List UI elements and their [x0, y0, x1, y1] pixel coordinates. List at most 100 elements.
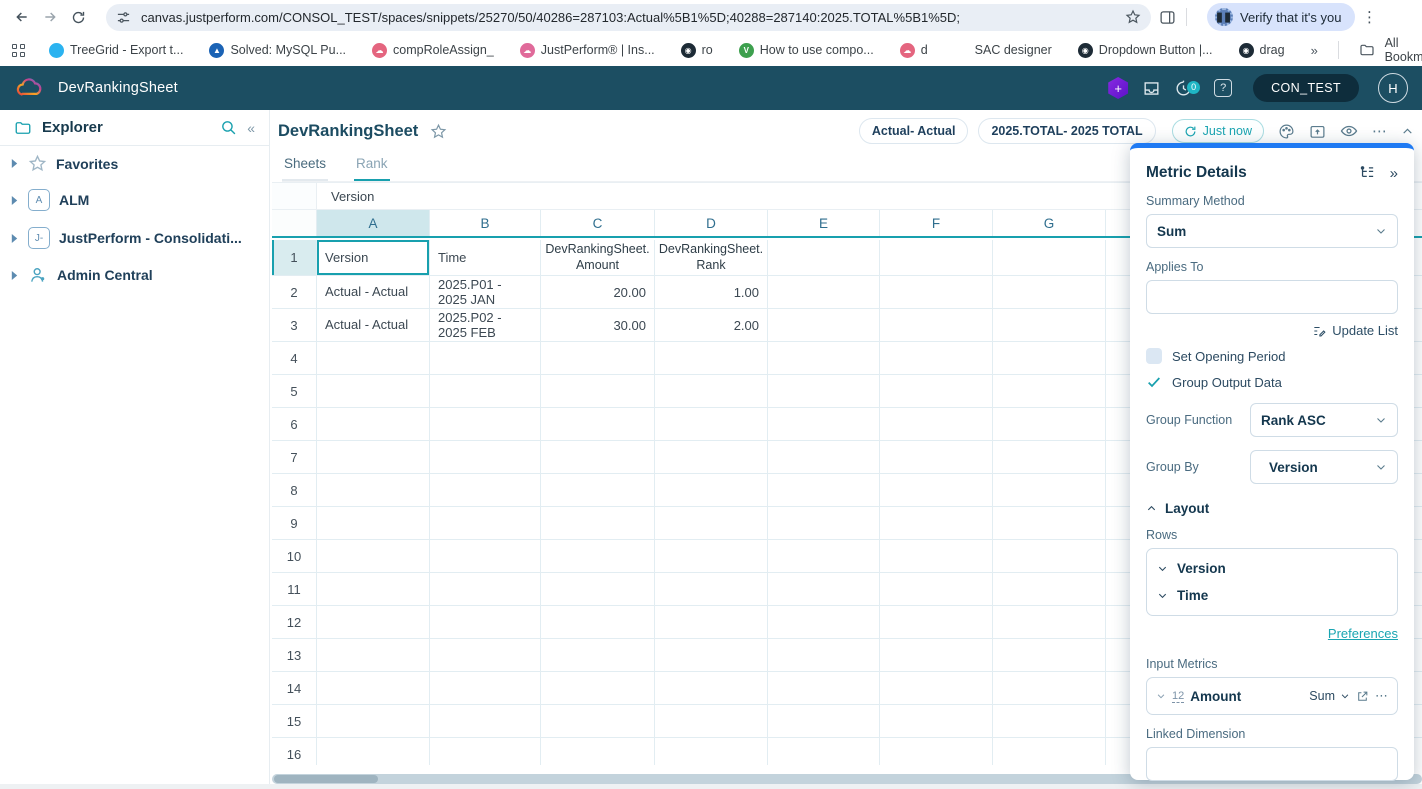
cell-G8[interactable] — [993, 474, 1106, 507]
cell-C5[interactable] — [541, 375, 655, 408]
search-icon[interactable] — [220, 119, 237, 136]
cell-E16[interactable] — [768, 738, 880, 765]
cell-D2[interactable]: 1.00 — [655, 276, 768, 309]
cell-C16[interactable] — [541, 738, 655, 765]
cell-G7[interactable] — [993, 441, 1106, 474]
row-header-6[interactable]: 6 — [272, 408, 317, 441]
cell-G5[interactable] — [993, 375, 1106, 408]
col-header-C[interactable]: C — [541, 210, 655, 236]
cell-G11[interactable] — [993, 573, 1106, 606]
bookmarks-overflow-icon[interactable]: » — [1311, 43, 1318, 58]
cell-G4[interactable] — [993, 342, 1106, 375]
grid-corner-cell[interactable] — [272, 210, 317, 236]
bookmark-item[interactable]: VHow to use compo... — [739, 43, 874, 58]
cell-F9[interactable] — [880, 507, 993, 540]
cell-D3[interactable]: 2.00 — [655, 309, 768, 342]
workspace-badge[interactable]: CON_TEST — [1253, 74, 1359, 102]
export-icon[interactable] — [1309, 123, 1326, 140]
cell-F11[interactable] — [880, 573, 993, 606]
cell-B1[interactable]: Time — [430, 240, 541, 276]
cell-D15[interactable] — [655, 705, 768, 738]
cell-C2[interactable]: 20.00 — [541, 276, 655, 309]
cell-D4[interactable] — [655, 342, 768, 375]
cell-C6[interactable] — [541, 408, 655, 441]
cell-C4[interactable] — [541, 342, 655, 375]
cell-G9[interactable] — [993, 507, 1106, 540]
layout-row-time[interactable]: Time — [1157, 582, 1387, 609]
cell-F15[interactable] — [880, 705, 993, 738]
caret-right-icon[interactable] — [10, 196, 19, 205]
cell-F14[interactable] — [880, 672, 993, 705]
cell-D13[interactable] — [655, 639, 768, 672]
cell-C12[interactable] — [541, 606, 655, 639]
col-header-A[interactable]: A — [317, 210, 430, 236]
col-header-G[interactable]: G — [993, 210, 1106, 236]
side-panel-icon[interactable] — [1159, 9, 1176, 26]
row-header-10[interactable]: 10 — [272, 540, 317, 573]
checkbox-unchecked-icon[interactable] — [1146, 348, 1162, 364]
row-header-5[interactable]: 5 — [272, 375, 317, 408]
cell-B12[interactable] — [430, 606, 541, 639]
cell-G10[interactable] — [993, 540, 1106, 573]
bookmark-item[interactable]: ◉Dropdown Button |... — [1078, 43, 1213, 58]
caret-right-icon[interactable] — [10, 271, 19, 280]
cell-G3[interactable] — [993, 309, 1106, 342]
cell-F7[interactable] — [880, 441, 993, 474]
cell-E7[interactable] — [768, 441, 880, 474]
cell-A16[interactable] — [317, 738, 430, 765]
col-header-B[interactable]: B — [430, 210, 541, 236]
cell-G1[interactable] — [993, 240, 1106, 276]
row-header-3[interactable]: 3 — [272, 309, 317, 342]
row-header-2[interactable]: 2 — [272, 276, 317, 309]
cell-C10[interactable] — [541, 540, 655, 573]
cell-F8[interactable] — [880, 474, 993, 507]
all-bookmarks-folder-icon[interactable] — [1359, 42, 1375, 58]
cell-E2[interactable] — [768, 276, 880, 309]
cell-C7[interactable] — [541, 441, 655, 474]
layout-row-version[interactable]: Version — [1157, 555, 1387, 582]
row-header-12[interactable]: 12 — [272, 606, 317, 639]
cell-G16[interactable] — [993, 738, 1106, 765]
cell-E11[interactable] — [768, 573, 880, 606]
apps-grid-icon[interactable] — [12, 44, 25, 57]
palette-icon[interactable] — [1278, 123, 1295, 140]
cell-B10[interactable] — [430, 540, 541, 573]
cell-E13[interactable] — [768, 639, 880, 672]
cell-A7[interactable] — [317, 441, 430, 474]
input-metric-amount[interactable]: 12 Amount Sum ⋯ — [1146, 677, 1398, 715]
cell-C1[interactable]: DevRankingSheet. Amount — [541, 240, 655, 276]
col-header-F[interactable]: F — [880, 210, 993, 236]
hierarchy-tree-icon[interactable] — [1359, 165, 1376, 182]
cell-D8[interactable] — [655, 474, 768, 507]
browser-menu-icon[interactable]: ⋮ — [1355, 3, 1383, 31]
cell-B6[interactable] — [430, 408, 541, 441]
cell-G6[interactable] — [993, 408, 1106, 441]
cell-D11[interactable] — [655, 573, 768, 606]
cell-E8[interactable] — [768, 474, 880, 507]
address-bar[interactable]: canvas.justperform.com/CONSOL_TEST/space… — [106, 4, 1151, 31]
cell-B13[interactable] — [430, 639, 541, 672]
checkbox-checked-icon[interactable] — [1146, 374, 1162, 390]
cell-F10[interactable] — [880, 540, 993, 573]
set-opening-period-checkbox[interactable]: Set Opening Period — [1146, 348, 1398, 364]
preferences-link[interactable]: Preferences — [1328, 626, 1398, 641]
cell-C9[interactable] — [541, 507, 655, 540]
row-header-14[interactable]: 14 — [272, 672, 317, 705]
cell-D10[interactable] — [655, 540, 768, 573]
cell-B11[interactable] — [430, 573, 541, 606]
group-by-select[interactable]: Version — [1250, 450, 1398, 484]
row-header-11[interactable]: 11 — [272, 573, 317, 606]
eye-icon[interactable] — [1340, 122, 1358, 140]
context-filter-version[interactable]: Actual- Actual — [859, 118, 969, 144]
context-filter-time[interactable]: 2025.TOTAL- 2025 TOTAL — [978, 118, 1155, 144]
cell-A10[interactable] — [317, 540, 430, 573]
cell-B8[interactable] — [430, 474, 541, 507]
row-header-8[interactable]: 8 — [272, 474, 317, 507]
group-output-data-checkbox[interactable]: Group Output Data — [1146, 374, 1398, 390]
sidebar-item-alm[interactable]: A ALM — [0, 181, 269, 219]
cell-F5[interactable] — [880, 375, 993, 408]
cell-F12[interactable] — [880, 606, 993, 639]
row-header-15[interactable]: 15 — [272, 705, 317, 738]
sidebar-item-favorites[interactable]: Favorites — [0, 146, 269, 181]
forward-button[interactable] — [36, 3, 64, 31]
